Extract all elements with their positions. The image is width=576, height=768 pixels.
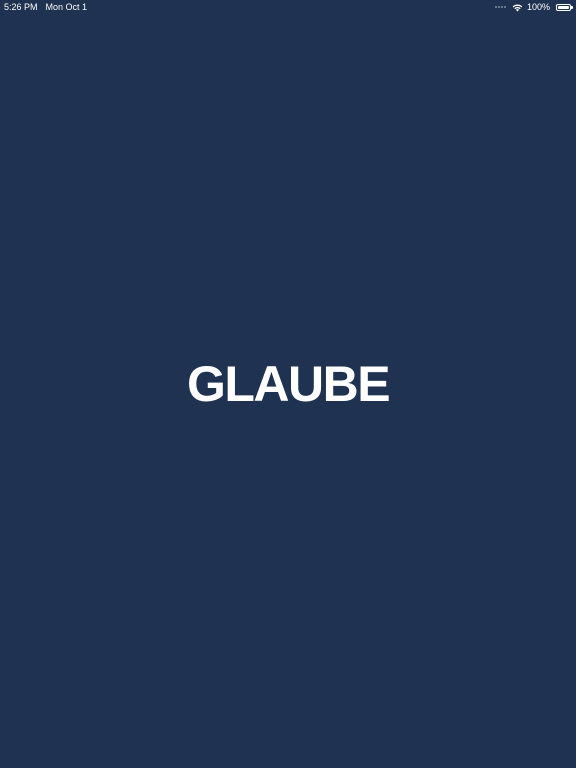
status-left: 5:26 PM Mon Oct 1 — [4, 0, 87, 14]
app-logo: GLAUBE — [186, 356, 391, 412]
wifi-icon — [512, 4, 523, 11]
battery-icon — [556, 3, 573, 11]
battery-percent: 100% — [526, 2, 550, 12]
status-time: 5:26 PM — [4, 2, 38, 12]
status-right: 100% — [494, 0, 573, 14]
signal-icon — [494, 6, 506, 8]
status-bar: 5:26 PM Mon Oct 1 100% — [0, 0, 576, 14]
status-date: Mon Oct 1 — [45, 2, 88, 12]
